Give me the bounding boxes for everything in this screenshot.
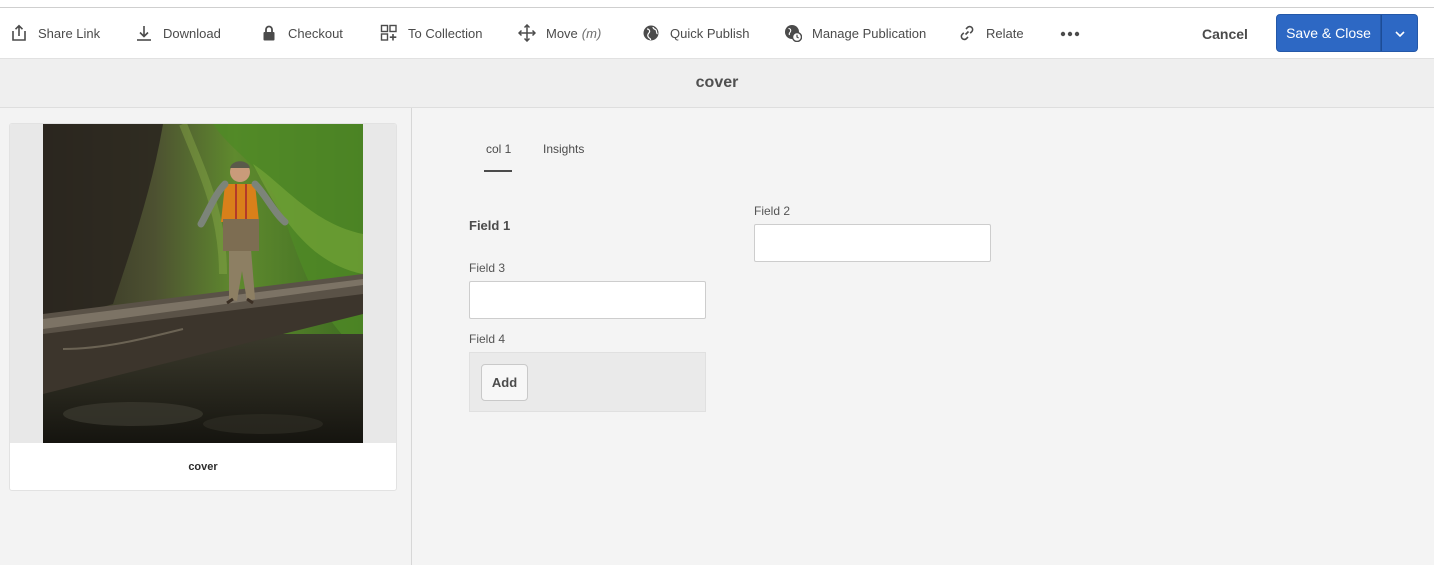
cancel-button[interactable]: Cancel bbox=[1190, 16, 1260, 52]
move-label: Move bbox=[546, 25, 578, 41]
download-button[interactable]: Download bbox=[135, 8, 221, 58]
tab-col-1[interactable]: col 1 bbox=[486, 142, 511, 156]
manage-publication-label: Manage Publication bbox=[812, 25, 927, 41]
field-4-multifield: Add bbox=[469, 352, 706, 412]
download-label: Download bbox=[163, 25, 221, 41]
page-title: cover bbox=[695, 74, 739, 91]
asset-card-title: cover bbox=[188, 461, 218, 473]
asset-card[interactable]: cover bbox=[9, 123, 397, 491]
quick-publish-label: Quick Publish bbox=[670, 25, 750, 41]
window-top-edge bbox=[0, 0, 1434, 8]
field-3-input[interactable] bbox=[469, 281, 706, 319]
field-2-input[interactable] bbox=[754, 224, 991, 262]
relate-label: Relate bbox=[986, 25, 1024, 41]
more-icon bbox=[1060, 24, 1080, 42]
quick-publish-button[interactable]: Quick Publish bbox=[642, 8, 749, 58]
lock-icon bbox=[260, 24, 278, 42]
field-4-label: Field 4 bbox=[469, 332, 506, 346]
globe-clock-icon bbox=[784, 24, 802, 42]
field-1-heading: Field 1 bbox=[469, 218, 511, 233]
asset-thumbnail bbox=[43, 124, 363, 443]
share-icon bbox=[10, 24, 28, 42]
checkout-label: Checkout bbox=[288, 25, 343, 41]
field-3-label: Field 3 bbox=[469, 261, 506, 275]
add-button[interactable]: Add bbox=[481, 364, 528, 401]
asset-preview-rail: cover bbox=[0, 108, 412, 565]
tab-insights[interactable]: Insights bbox=[543, 142, 584, 156]
link-icon bbox=[958, 24, 976, 42]
tab-selected-indicator bbox=[484, 170, 512, 172]
save-options-dropdown[interactable] bbox=[1381, 14, 1418, 52]
asset-thumbnail-area bbox=[10, 124, 396, 443]
checkout-button[interactable]: Checkout bbox=[260, 8, 343, 58]
properties-panel: col 1 Insights Field 1 Field 2 Field 3 F… bbox=[413, 108, 1434, 565]
share-link-button[interactable]: Share Link bbox=[10, 8, 100, 58]
action-toolbar: Share Link Download Checkout To Collecti… bbox=[0, 8, 1434, 59]
manage-publication-button[interactable]: Manage Publication bbox=[784, 8, 926, 58]
to-collection-label: To Collection bbox=[408, 25, 483, 41]
move-icon bbox=[518, 24, 536, 42]
download-icon bbox=[135, 24, 153, 42]
field-2-label: Field 2 bbox=[754, 204, 791, 218]
move-shortcut: (m) bbox=[581, 25, 602, 41]
more-actions-button[interactable] bbox=[1060, 8, 1080, 58]
to-collection-button[interactable]: To Collection bbox=[380, 8, 482, 58]
chevron-down-icon bbox=[1394, 24, 1405, 42]
save-close-group: Save & Close bbox=[1276, 14, 1418, 52]
move-button[interactable]: Move (m) bbox=[518, 8, 601, 58]
page-title-bar: cover bbox=[0, 59, 1434, 108]
collection-add-icon bbox=[380, 24, 398, 42]
save-close-button[interactable]: Save & Close bbox=[1276, 14, 1381, 52]
share-link-label: Share Link bbox=[38, 25, 101, 41]
globe-icon bbox=[642, 24, 660, 42]
relate-button[interactable]: Relate bbox=[958, 8, 1024, 58]
